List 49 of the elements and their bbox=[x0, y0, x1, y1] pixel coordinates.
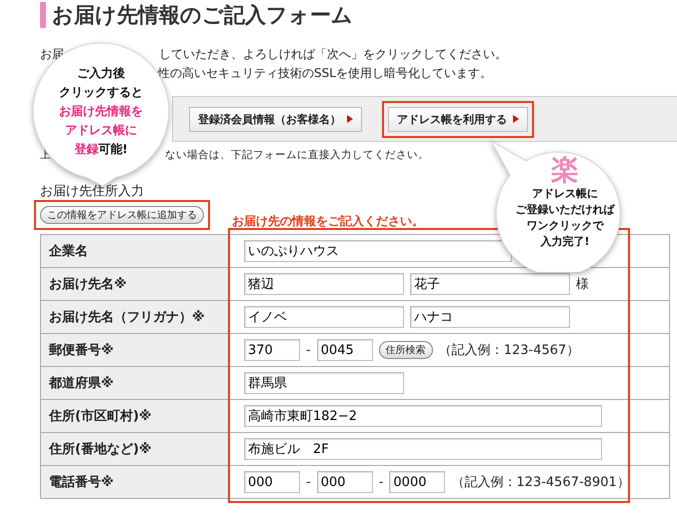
callout-text: アドレス帳に bbox=[532, 186, 598, 202]
field-label: 郵便番号※ bbox=[40, 334, 230, 366]
field-label: 住所(市区町村)※ bbox=[40, 400, 230, 432]
input-field[interactable]: ハナコ bbox=[410, 306, 570, 328]
note-text: ない場合は、下記フォームに直接入力してください。 bbox=[165, 148, 429, 162]
input-field[interactable]: 高崎市東町182−2 bbox=[244, 405, 602, 427]
badge-character: 楽 bbox=[551, 154, 579, 186]
field-label: 電話番号※ bbox=[40, 466, 230, 498]
triangle-icon bbox=[347, 115, 353, 123]
field-label: 住所(番地など)※ bbox=[40, 432, 230, 466]
callout-text: アドレス帳に bbox=[65, 122, 137, 139]
member-button[interactable]: 登録済会員情報（お客様名） bbox=[189, 106, 362, 132]
input-field[interactable]: 花子 bbox=[410, 273, 570, 295]
intro-text: していただき、よろしければ「次へ」をクリックしてください。 bbox=[159, 46, 507, 63]
input-field[interactable]: 猪辺 bbox=[244, 273, 404, 295]
input-field[interactable]: 0000 bbox=[389, 471, 446, 493]
member-button[interactable]: アドレス帳を利用する bbox=[388, 106, 528, 132]
callout-text: ご登録いただければ bbox=[516, 202, 614, 218]
input-field[interactable]: 布施ビル 2F bbox=[244, 438, 602, 460]
field-label: お届け先名※ bbox=[40, 268, 230, 300]
input-field[interactable]: 群馬県 bbox=[244, 372, 404, 394]
field-label: 都道府県※ bbox=[40, 366, 230, 400]
callout-text: お届け先情報を bbox=[59, 103, 143, 120]
search-address-button[interactable]: 住所検索 bbox=[378, 341, 433, 359]
callout-text: 入力完了! bbox=[540, 234, 590, 250]
callout-text: ご入力後 bbox=[77, 65, 125, 82]
section-heading: お届け先住所入力 bbox=[40, 183, 144, 200]
form-caption: お届け先の情報をご記入ください。 bbox=[232, 213, 424, 230]
field-label: お届け先名（フリガナ）※ bbox=[40, 300, 230, 334]
field-text: - bbox=[306, 342, 311, 358]
field-text: - bbox=[306, 474, 311, 490]
intro-text: 性の高いセキュリティ技術のSSLを使用し暗号化しています。 bbox=[158, 65, 492, 82]
input-field[interactable]: 000 bbox=[316, 471, 373, 493]
input-field[interactable]: 0045 bbox=[316, 339, 373, 361]
triangle-icon bbox=[513, 115, 519, 123]
input-field[interactable]: 000 bbox=[244, 471, 300, 493]
input-field[interactable]: 370 bbox=[244, 339, 300, 361]
field-text: 様 bbox=[576, 276, 589, 293]
field-text: - bbox=[378, 474, 384, 490]
callout-text: ワンクリックで bbox=[526, 218, 604, 234]
input-field[interactable]: いのぷりハウス bbox=[244, 240, 512, 262]
callout-text: 登録可能! bbox=[74, 141, 128, 158]
input-field[interactable]: イノベ bbox=[244, 306, 404, 328]
field-text: （記入例：123-4567-8901） bbox=[451, 474, 630, 491]
field-label: 企業名 bbox=[40, 234, 230, 268]
page-title: お届け先情報のご記入フォーム bbox=[40, 2, 677, 28]
callout-text: クリックすると bbox=[59, 84, 143, 101]
add-to-address-book-button[interactable]: この情報をアドレス帳に追加する bbox=[40, 206, 204, 224]
field-text: （記入例：123-4567） bbox=[438, 342, 580, 359]
